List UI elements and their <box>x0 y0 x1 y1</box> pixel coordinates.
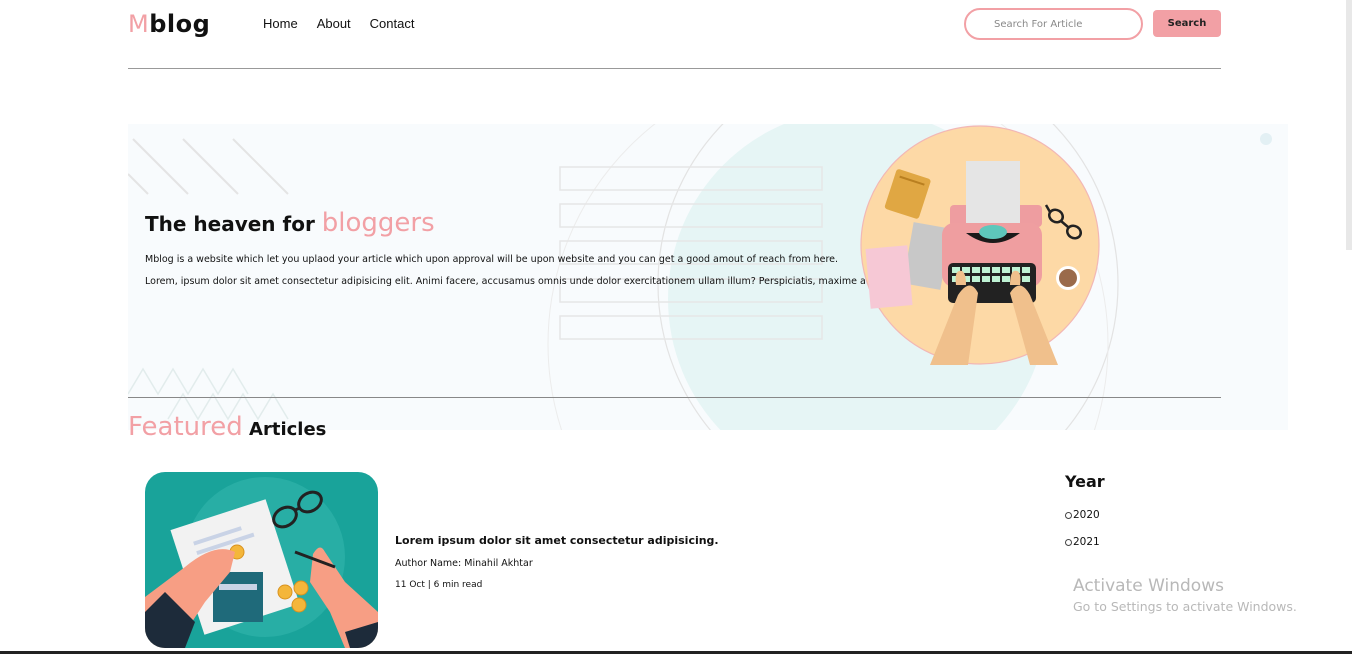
hero-title: The heaven for bloggers <box>145 208 435 238</box>
watermark-line-1: Activate Windows <box>1073 576 1224 596</box>
search-input[interactable] <box>964 8 1143 40</box>
logo-text: blog <box>149 10 211 38</box>
scrollbar[interactable] <box>1346 0 1352 250</box>
article-author: Author Name: Minahil Akhtar <box>395 558 533 569</box>
hero-paragraph-1: Mblog is a website which let you uplaod … <box>145 254 839 265</box>
typewriter-illustration <box>860 125 1100 365</box>
logo-m: M <box>128 10 150 38</box>
article-meta: 11 Oct | 6 min read <box>395 580 483 590</box>
nav-link-home[interactable]: Home <box>263 16 298 31</box>
search-button[interactable]: Search <box>1153 10 1221 37</box>
watermark-line-2: Go to Settings to activate Windows. <box>1073 599 1297 614</box>
radio-icon[interactable] <box>1065 538 1072 546</box>
radio-icon[interactable] <box>1065 511 1072 519</box>
year-option-label: 2020 <box>1073 509 1100 521</box>
featured-heading-accent: Featured <box>128 412 243 442</box>
year-option-label: 2021 <box>1073 536 1100 548</box>
article-title[interactable]: Lorem ipsum dolor sit amet consectetur a… <box>395 534 719 547</box>
nav-links: Home About Contact <box>263 16 414 31</box>
nav-link-contact[interactable]: Contact <box>370 16 415 31</box>
year-option-2020[interactable]: 2020 <box>1065 509 1100 521</box>
nav-link-about[interactable]: About <box>317 16 351 31</box>
featured-heading: Featured Articles <box>128 412 326 442</box>
year-filter-heading: Year <box>1065 472 1105 491</box>
featured-heading-rest: Articles <box>242 419 327 440</box>
hero-divider <box>128 397 1221 398</box>
hero-title-accent: bloggers <box>321 208 435 238</box>
navbar: Mblog Home About Contact Search <box>128 0 1221 48</box>
nav-divider <box>128 68 1221 69</box>
year-option-2021[interactable]: 2021 <box>1065 536 1100 548</box>
finance-illustration <box>145 477 378 648</box>
hero-paragraph-2: Lorem, ipsum dolor sit amet consectetur … <box>145 276 892 287</box>
hero-title-prefix: The heaven for <box>145 212 322 236</box>
article-thumbnail[interactable] <box>145 472 378 648</box>
activate-windows-watermark: Activate Windows Go to Settings to activ… <box>1073 576 1297 614</box>
logo[interactable]: Mblog <box>128 10 210 38</box>
